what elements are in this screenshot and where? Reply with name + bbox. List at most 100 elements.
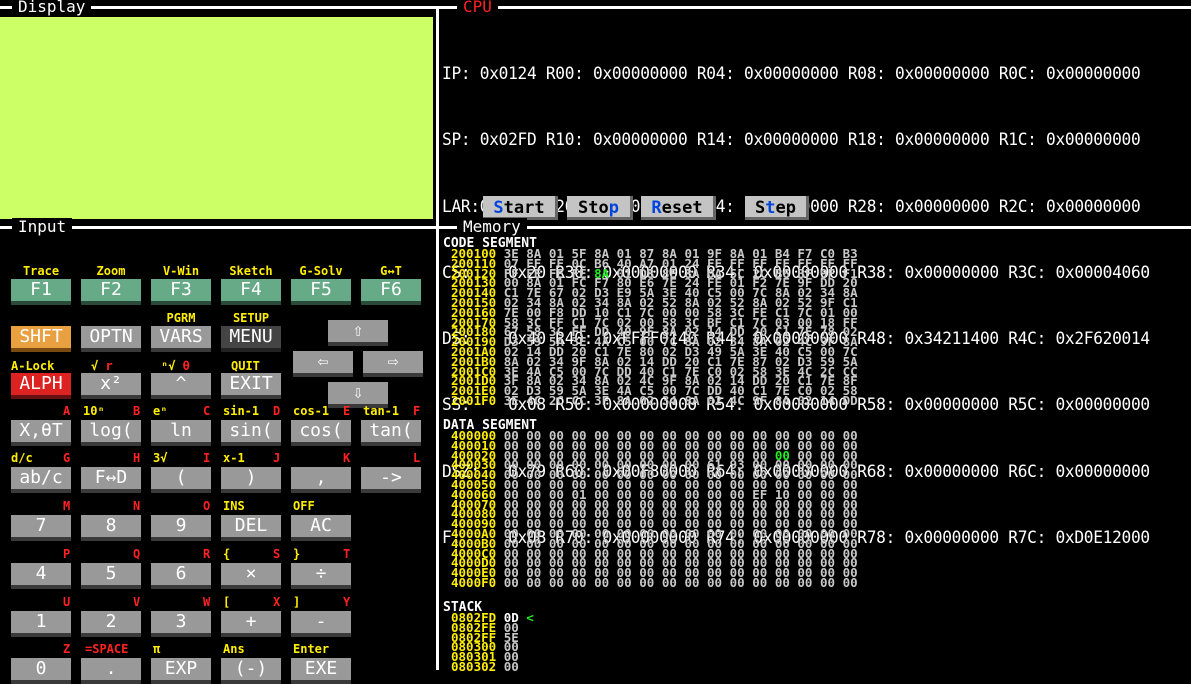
key-shift-label: SETUP: [232, 311, 270, 325]
reset-button[interactable]: Reset: [641, 196, 716, 220]
key-3[interactable]: 3: [151, 611, 211, 637]
input-panel: Input Trace Zoom V-Win Sketch G-Solv G↔T F1 F2 F…: [0, 218, 436, 684]
memory-byte: 00: [503, 574, 519, 590]
key-f4[interactable]: F4: [221, 279, 281, 305]
key-9[interactable]: 9: [151, 515, 211, 541]
arrow-right-button[interactable]: ⇨: [363, 351, 423, 377]
key-del[interactable]: DEL: [221, 515, 281, 541]
key-menu[interactable]: MENU: [221, 326, 281, 352]
key-f3[interactable]: F3: [151, 279, 211, 305]
key-6[interactable]: 6: [151, 563, 211, 589]
key-alpha-label: B: [133, 404, 141, 418]
memory-byte: 00: [842, 574, 858, 590]
key-shift[interactable]: SHFT: [11, 326, 71, 352]
key-3-2-label: ln: [170, 420, 192, 441]
arrow-up-button[interactable]: ⇧: [328, 320, 388, 346]
arrow-left-icon: ⇦: [317, 351, 329, 372]
key-f3-label: F3: [170, 279, 192, 300]
key-plus-label: +: [245, 611, 257, 632]
key-4-5[interactable]: ->: [361, 467, 421, 493]
key-3-0-label: X,θT: [19, 420, 63, 441]
key-shift-label: [: [223, 595, 231, 609]
register-row: SP: 0x02FD R10: 0x00000000 R14: 0x000000…: [442, 130, 1141, 151]
key-f5[interactable]: F5: [291, 279, 351, 305]
memory-byte: 00: [797, 574, 813, 590]
key-2-label: 2: [105, 611, 117, 632]
data-segment-dump: 400000 00 00 00 00 00 00 00 00 00 00 00 …: [451, 429, 865, 590]
key-4[interactable]: 4: [11, 563, 71, 589]
key-exe-label: EXE: [304, 658, 338, 679]
key-shift-label: π: [153, 642, 161, 656]
arrow-down-icon: ⇩: [352, 382, 364, 403]
key-exe[interactable]: EXE: [291, 658, 351, 684]
key-1[interactable]: 1: [11, 611, 71, 637]
arrow-left-button[interactable]: ⇦: [293, 351, 353, 377]
key-7[interactable]: 7: [11, 515, 71, 541]
key-f6-label: F6: [380, 279, 402, 300]
key-5[interactable]: 5: [81, 563, 141, 589]
key-8[interactable]: 8: [81, 515, 141, 541]
key-alpha-label: A: [63, 404, 71, 418]
key-4-1-label: F↔D: [94, 467, 128, 488]
key-2[interactable]: 2: [81, 611, 141, 637]
key-3-1[interactable]: log(: [81, 420, 141, 446]
memory-row: 4000F0 00 00 00 00 00 00 00 00 00 00 00 …: [451, 574, 865, 590]
key-f6[interactable]: F6: [361, 279, 421, 305]
key-shift-label: sin-1: [223, 404, 260, 418]
key-divide[interactable]: ÷: [291, 563, 351, 589]
key-4-1[interactable]: F↔D: [81, 467, 141, 493]
key-exp[interactable]: EXP: [151, 658, 211, 684]
key-3-5[interactable]: tan(: [361, 420, 421, 446]
key-3-4[interactable]: cos(: [291, 420, 351, 446]
key-decimal-label: .: [105, 658, 117, 679]
memory-address: 4000F0: [451, 574, 497, 590]
key-3-1-label: log(: [89, 420, 133, 441]
key-shift-label: ⁿ√: [161, 359, 176, 373]
key-multiply[interactable]: ×: [221, 563, 281, 589]
key-4-4[interactable]: ,: [291, 467, 351, 493]
key-negate[interactable]: (-): [221, 658, 281, 684]
key-power[interactable]: ^: [151, 373, 211, 399]
key-divide-label: ÷: [315, 563, 327, 584]
key-ac[interactable]: AC: [291, 515, 351, 541]
memory-byte: 8A: [616, 392, 632, 408]
memory-byte: 8A: [774, 392, 790, 408]
key-shift-label: x-1: [223, 451, 245, 465]
key-optn[interactable]: OPTN: [81, 326, 141, 352]
step-button[interactable]: Step: [745, 196, 809, 220]
key-plus[interactable]: +: [221, 611, 281, 637]
key-minus[interactable]: -: [291, 611, 351, 637]
key-square[interactable]: x²: [81, 373, 141, 399]
key-exit[interactable]: EXIT: [221, 373, 281, 399]
memory-byte: 00: [571, 574, 587, 590]
key-0[interactable]: 0: [11, 658, 71, 684]
key-alpha-label: E: [343, 404, 351, 418]
key-3-3[interactable]: sin(: [221, 420, 281, 446]
memory-byte: 02: [707, 392, 723, 408]
key-alpha[interactable]: ALPH: [11, 373, 71, 399]
code-segment-dump: 200100 3E 8A 01 5F 8A 01 87 8A 01 9F 8A …: [451, 247, 865, 408]
arrow-right-icon: ⇨: [387, 351, 399, 372]
key-alpha-label: O: [203, 499, 211, 513]
key-4-2[interactable]: (: [151, 467, 211, 493]
register-row: IP: 0x0124 R00: 0x00000000 R04: 0x000000…: [442, 64, 1141, 84]
key-f2[interactable]: F2: [81, 279, 141, 305]
key-4-0[interactable]: ab/c: [11, 467, 71, 493]
fkey-function-label: G-Solv: [299, 264, 343, 278]
memory-byte: 00: [729, 574, 745, 590]
key-decimal[interactable]: .: [81, 658, 141, 684]
reset-hotkey: R: [651, 198, 662, 218]
stack-dump: 0802FD 0D <0802FE 00 0802FF 5E 080300 00 08…: [451, 611, 534, 672]
stop-button[interactable]: Stop: [567, 196, 633, 220]
key-3-0[interactable]: X,θT: [11, 420, 71, 446]
key-4-3[interactable]: ): [221, 467, 281, 493]
key-alpha-label: P: [63, 547, 71, 561]
key-3-5-label: tan(: [369, 420, 413, 441]
key-f1[interactable]: F1: [11, 279, 71, 305]
key-4-5-label: ->: [380, 467, 402, 488]
memory-byte: 4C: [729, 392, 745, 408]
key-vars[interactable]: VARS: [151, 326, 211, 352]
reset-label: eset: [661, 198, 703, 218]
key-3-2[interactable]: ln: [151, 420, 211, 446]
key-multiply-label: ×: [245, 563, 257, 584]
